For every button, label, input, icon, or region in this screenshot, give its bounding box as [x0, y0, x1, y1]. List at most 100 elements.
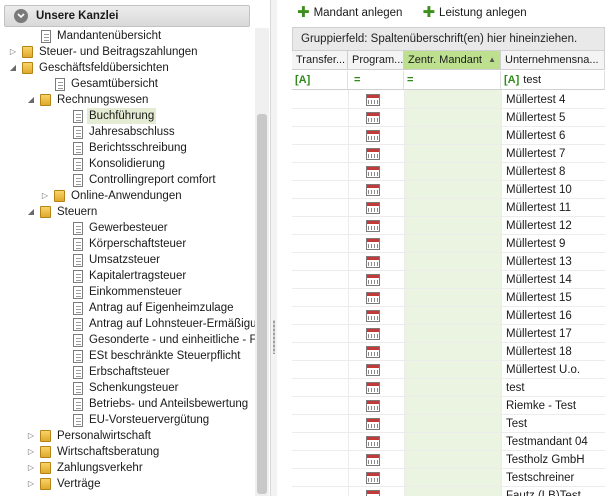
collapse-arrow-icon[interactable]: ◢: [8, 60, 18, 76]
table-row[interactable]: Test: [292, 415, 605, 433]
table-row[interactable]: Müllertest 4: [292, 91, 605, 109]
add-client-label: Mandant anlegen: [313, 7, 403, 19]
tree-item[interactable]: Körperschaftsteuer: [58, 236, 186, 252]
tree-item[interactable]: Kapitalertragsteuer: [58, 268, 186, 284]
column-header-central-client[interactable]: Zentr. Mandant ▲: [404, 51, 501, 70]
plus-icon: ✚: [297, 4, 310, 21]
tree-item[interactable]: ▷ Online-Anwendungen: [40, 188, 182, 204]
program-calendar-icon: [366, 256, 380, 268]
table-row[interactable]: Müllertest 17: [292, 325, 605, 343]
tree-item[interactable]: Antrag auf Lohnsteuer-Ermäßigung: [58, 316, 269, 332]
tree-item[interactable]: ▷ Zahlungsverkehr: [26, 460, 143, 476]
tree-item[interactable]: Betriebs- und Anteilsbewertung: [58, 396, 248, 412]
program-calendar-icon: [366, 328, 380, 340]
program-calendar-icon: [366, 346, 380, 358]
table-row[interactable]: Müllertest 11: [292, 199, 605, 217]
panel-header[interactable]: Unsere Kanzlei: [4, 5, 250, 27]
tree-item[interactable]: ESt beschränkte Steuerpflicht: [58, 348, 241, 364]
expand-arrow-icon[interactable]: ▷: [26, 444, 36, 460]
tree-item[interactable]: Buchführung: [58, 108, 157, 124]
tree-item[interactable]: Mandantenübersicht: [26, 28, 161, 44]
tree-item[interactable]: Jahresabschluss: [58, 124, 175, 140]
table-row[interactable]: Müllertest 18: [292, 343, 605, 361]
tree-item[interactable]: Gesonderte - und einheitliche - F...: [58, 332, 265, 348]
table-row[interactable]: Müllertest 7: [292, 145, 605, 163]
tree-item[interactable]: Konsolidierung: [58, 156, 165, 172]
tree-item[interactable]: ◢ Rechnungswesen: [26, 92, 148, 108]
table-row[interactable]: Müllertest 10: [292, 181, 605, 199]
collapse-arrow-icon[interactable]: ◢: [26, 204, 36, 220]
splitter-grip[interactable]: [273, 320, 275, 354]
document-icon: [73, 413, 83, 427]
filter-central-client[interactable]: =: [404, 71, 501, 90]
expand-arrow-icon[interactable]: ▷: [40, 188, 50, 204]
tree-item[interactable]: ▷ Verträge: [26, 476, 100, 492]
column-header-program[interactable]: Program...: [348, 51, 404, 70]
add-client-button[interactable]: ✚ Mandant anlegen: [297, 4, 403, 21]
table-row[interactable]: test: [292, 379, 605, 397]
column-header-transfer[interactable]: Transfer...: [292, 51, 348, 70]
expand-arrow-icon[interactable]: ▷: [26, 428, 36, 444]
tree-item[interactable]: Antrag auf Eigenheimzulage: [58, 300, 234, 316]
add-service-button[interactable]: ✚ Leistung anlegen: [422, 5, 526, 20]
document-icon: [73, 381, 83, 395]
table-row[interactable]: Fautz (LB)Test: [292, 487, 605, 496]
tree-item[interactable]: Umsatzsteuer: [58, 252, 160, 268]
table-row[interactable]: Testholz GmbH: [292, 451, 605, 469]
collapse-arrow-icon[interactable]: ◢: [26, 92, 36, 108]
filter-program[interactable]: =: [348, 71, 404, 90]
table-row[interactable]: Müllertest 14: [292, 271, 605, 289]
tree-item[interactable]: Gewerbesteuer: [58, 220, 168, 236]
column-header-company-name[interactable]: Unternehmensna...: [501, 51, 605, 70]
filter-company-name[interactable]: [A] test: [501, 71, 605, 90]
expand-arrow-icon[interactable]: ▷: [8, 44, 18, 60]
table-row[interactable]: Müllertest 8: [292, 163, 605, 181]
tree-item[interactable]: ◢ Steuern: [26, 204, 97, 220]
tree-item[interactable]: ◢ Geschäftsfeldübersichten: [8, 60, 169, 76]
collapse-icon[interactable]: [14, 9, 28, 23]
tree-item[interactable]: ▷ Wirtschaftsberatung: [26, 444, 159, 460]
table-row[interactable]: Testmandant 04: [292, 433, 605, 451]
tree-item[interactable]: Controllingreport comfort: [58, 172, 216, 188]
table-row[interactable]: Müllertest 5: [292, 109, 605, 127]
filter-transfer[interactable]: [A]: [292, 71, 348, 90]
tree-item[interactable]: Schenkungsteuer: [58, 380, 179, 396]
table-row[interactable]: Müllertest 16: [292, 307, 605, 325]
table-row[interactable]: Riemke - Test: [292, 397, 605, 415]
tree-item[interactable]: Gesamtübersicht: [40, 76, 158, 92]
tree-item[interactable]: Berichtsschreibung: [58, 140, 187, 156]
tree-item[interactable]: ▷ Steuer- und Beitragszahlungen: [8, 44, 198, 60]
table-row[interactable]: Müllertest 13: [292, 253, 605, 271]
tree-item[interactable]: EU-Vorsteuervergütung: [58, 412, 209, 428]
group-by-area[interactable]: Gruppierfeld: Spaltenüberschrift(en) hie…: [292, 27, 605, 51]
table-row[interactable]: Müllertest 12: [292, 217, 605, 235]
table-row[interactable]: Müllertest 15: [292, 289, 605, 307]
scrollbar-thumb[interactable]: [257, 114, 267, 494]
program-calendar-icon: [366, 238, 380, 250]
expand-arrow-icon[interactable]: ▷: [26, 476, 36, 492]
document-icon: [73, 109, 83, 123]
tree-item[interactable]: Erbschaftsteuer: [58, 364, 170, 380]
expand-arrow-icon[interactable]: ▷: [26, 460, 36, 476]
table-row[interactable]: Müllertest 6: [292, 127, 605, 145]
tree-item-label: Jahresabschluss: [89, 126, 175, 138]
table-row[interactable]: Müllertest U.o.: [292, 361, 605, 379]
table-row[interactable]: Testschreiner: [292, 469, 605, 487]
tree-item-label: Personalwirtschaft: [57, 430, 151, 442]
table-row[interactable]: Müllertest 9: [292, 235, 605, 253]
tree-scrollbar[interactable]: [255, 28, 269, 496]
document-icon: [73, 365, 83, 379]
tree-item[interactable]: Einkommensteuer: [58, 284, 182, 300]
document-icon: [73, 157, 83, 171]
tree-item[interactable]: ▷ Personalwirtschaft: [26, 428, 151, 444]
